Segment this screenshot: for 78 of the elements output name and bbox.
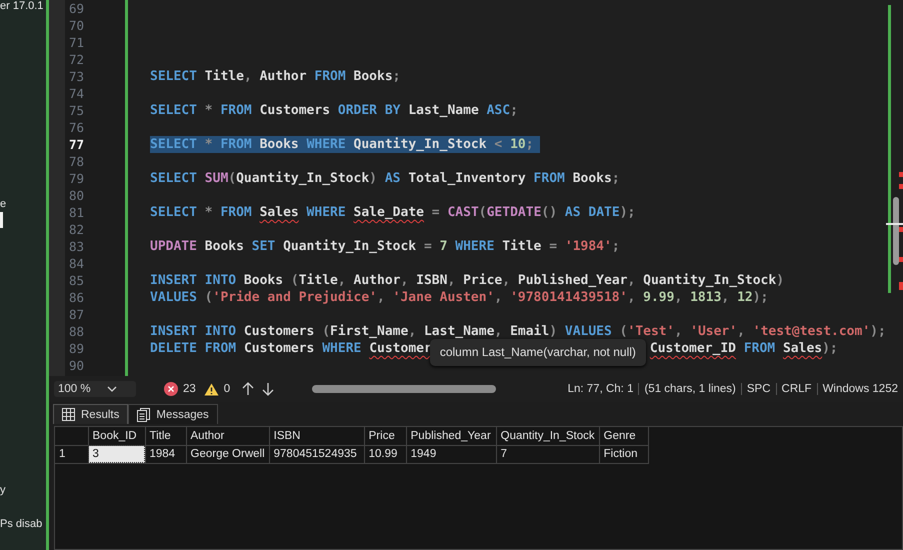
status-item: Ln: 77, Ch: 1 [566,383,634,395]
line-number: 85 [68,272,86,289]
code-line: SELECT * FROM Customers ORDER BY Last_Name ASC; [150,102,518,119]
table-cell[interactable]: Fiction [599,445,648,463]
line-number: 86 [68,289,86,306]
line-number: 74 [68,85,86,102]
table-cell[interactable]: 1984 [145,445,186,463]
line-number: 78 [68,153,86,170]
line-number: 77 [68,136,86,153]
panel-text: Ps disab [0,518,42,530]
status-item: CRLF [776,383,817,395]
line-number: 83 [68,238,86,255]
line-number: 71 [68,34,86,51]
column-header[interactable]: Title [145,427,186,445]
code-line: VALUES ('Pride and Prejudice', 'Jane Austen', '9780141439518', 9.99, 1813, 12); [150,289,768,306]
column-header[interactable]: Price [364,427,406,445]
line-number: 82 [68,221,86,238]
arrow-up-icon[interactable] [242,382,254,396]
error-icon[interactable] [164,382,178,396]
chevron-down-icon [106,386,117,392]
table-cell[interactable]: 10.99 [364,445,406,463]
warning-icon[interactable] [204,382,219,396]
status-item: SPC [740,383,776,395]
error-marker [899,227,903,232]
line-number: 70 [68,17,86,34]
column-header[interactable]: Genre [599,427,648,445]
panel-text: e [0,198,6,210]
warning-count: 0 [224,383,230,395]
error-marker [899,282,903,290]
code-line: INSERT INTO Customers (First_Name, Last_Name, Email) VALUES ('Test', 'User', 'test@test.com'); [150,323,886,340]
code-line: INSERT INTO Books (Title, Author, ISBN, Price, Published_Year, Quantity_In_Stock) [150,272,784,289]
error-marker [899,257,903,262]
error-marker [899,172,903,177]
arrow-down-icon[interactable] [262,382,274,396]
line-number: 79 [68,170,86,187]
table-cell[interactable]: 1949 [406,445,496,463]
column-header[interactable]: Author [186,427,270,445]
line-number: 87 [68,306,86,323]
status-item: Windows 1252 [816,383,903,395]
results-tab[interactable]: Messages [128,404,218,424]
panel-text: y [0,484,6,496]
code-line: Customer_ID FROM Sales); [650,340,838,357]
error-marker [899,184,903,189]
code-line: SELECT SUM(Quantity_In_Stock) AS Total_Inventory FROM Books; [150,170,620,187]
column-header[interactable]: ISBN [269,427,364,445]
panel-text: er 17.0.1 [0,0,44,12]
document-icon [137,408,150,422]
column-header[interactable]: Quantity_In_Stock [496,427,600,445]
column-header[interactable]: Published_Year [406,427,496,445]
table-cell[interactable]: George Orwell [186,445,270,463]
code-line: DELETE FROM Customers WHERE Customer [150,340,432,357]
field-edge [0,212,3,228]
line-number: 80 [68,187,86,204]
table-cell[interactable]: 7 [496,445,600,463]
grid-icon [62,408,75,421]
status-item: (51 chars, 1 lines) [638,383,741,395]
position-marker [886,223,903,225]
table-cell[interactable]: 9780451524935 [269,445,364,463]
line-number: 84 [68,255,86,272]
line-number: 76 [68,119,86,136]
line-number: 81 [68,204,86,221]
results-tab[interactable]: Results [53,404,128,424]
tooltip: column Last_Name(varchar, not null) [430,339,646,366]
line-number: 72 [68,51,86,68]
scrollbar-thumb[interactable] [893,197,899,265]
code-line: SELECT Title, Author FROM Books; [150,68,400,85]
code-line: UPDATE Books SET Quantity_In_Stock = 7 WHERE Title = '1984'; [150,238,620,255]
line-number: 88 [68,323,86,340]
table-cell[interactable]: 3 [88,445,145,463]
line-number: 75 [68,102,86,119]
code-line: SELECT * FROM Sales WHERE Sale_Date = CAST(GETDATE() AS DATE); [150,204,636,221]
line-number: 69 [68,0,86,17]
line-number: 89 [68,340,86,357]
error-count: 23 [183,383,196,395]
zoom-dropdown[interactable]: 100 % [54,381,136,397]
line-number: 73 [68,68,86,85]
scrollbar-thumb[interactable] [312,385,496,393]
line-number: 90 [68,357,86,374]
